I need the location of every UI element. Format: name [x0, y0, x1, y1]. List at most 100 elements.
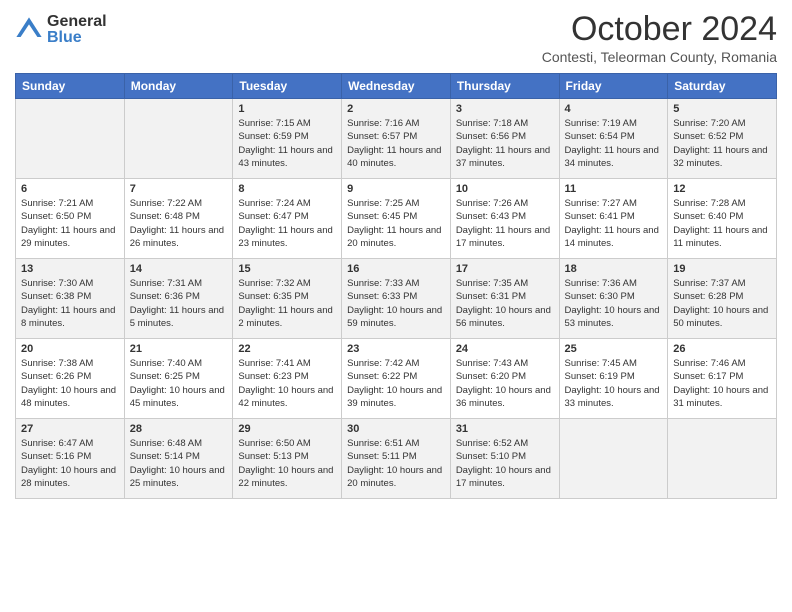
day-detail: Sunrise: 7:38 AMSunset: 6:26 PMDaylight:… [21, 357, 119, 410]
day-number: 28 [130, 423, 228, 435]
subtitle: Contesti, Teleorman County, Romania [542, 49, 777, 65]
day-detail: Sunrise: 7:26 AMSunset: 6:43 PMDaylight:… [456, 197, 554, 250]
day-number: 20 [21, 343, 119, 355]
day-number: 23 [347, 343, 445, 355]
logo-icon [15, 16, 43, 44]
day-detail: Sunrise: 6:47 AMSunset: 5:16 PMDaylight:… [21, 437, 119, 490]
weekday-header: Monday [124, 74, 233, 99]
month-title: October 2024 [542, 10, 777, 49]
calendar-day-cell: 24 Sunrise: 7:43 AMSunset: 6:20 PMDayligh… [450, 339, 559, 419]
calendar-day-cell: 1 Sunrise: 7:15 AMSunset: 6:59 PMDaylight… [233, 99, 342, 179]
calendar-week-row: 13 Sunrise: 7:30 AMSunset: 6:38 PMDayligh… [16, 259, 777, 339]
day-number: 31 [456, 423, 554, 435]
calendar-day-cell: 5 Sunrise: 7:20 AMSunset: 6:52 PMDaylight… [668, 99, 777, 179]
calendar-day-cell: 22Sunrise: 7:41 AMSunset: 6:23 PMDayligh… [233, 339, 342, 419]
calendar-day-cell: 18Sunrise: 7:36 AMSunset: 6:30 PMDayligh… [559, 259, 668, 339]
weekday-header: Saturday [668, 74, 777, 99]
calendar-week-row: 20 Sunrise: 7:38 AMSunset: 6:26 PMDayligh… [16, 339, 777, 419]
day-number: 12 [673, 183, 771, 195]
day-number: 15 [238, 263, 336, 275]
weekday-header: Sunday [16, 74, 125, 99]
calendar-day-cell: 14 Sunrise: 7:31 AMSunset: 6:36 PMDayligh… [124, 259, 233, 339]
calendar-week-row: 1 Sunrise: 7:15 AMSunset: 6:59 PMDaylight… [16, 99, 777, 179]
calendar-day-cell: 13 Sunrise: 7:30 AMSunset: 6:38 PMDayligh… [16, 259, 125, 339]
calendar-table: SundayMondayTuesdayWednesdayThursdayFrid… [15, 73, 777, 499]
day-detail: Sunrise: 7:20 AMSunset: 6:52 PMDaylight:… [673, 117, 771, 170]
day-detail: Sunrise: 7:28 AMSunset: 6:40 PMDaylight:… [673, 197, 771, 250]
calendar-day-cell: 6 Sunrise: 7:21 AMSunset: 6:50 PMDaylight… [16, 179, 125, 259]
weekday-header: Thursday [450, 74, 559, 99]
weekday-header: Friday [559, 74, 668, 99]
day-detail: Sunrise: 7:36 AMSunset: 6:30 PMDaylight:… [565, 277, 663, 330]
calendar-day-cell: 9 Sunrise: 7:25 AMSunset: 6:45 PMDaylight… [342, 179, 451, 259]
day-number: 5 [673, 103, 771, 115]
day-number: 25 [565, 343, 663, 355]
day-detail: Sunrise: 7:32 AMSunset: 6:35 PMDaylight:… [238, 277, 336, 330]
day-detail: Sunrise: 6:52 AMSunset: 5:10 PMDaylight:… [456, 437, 554, 490]
calendar-day-cell: 23 Sunrise: 7:42 AMSunset: 6:22 PMDayligh… [342, 339, 451, 419]
day-detail: Sunrise: 7:15 AMSunset: 6:59 PMDaylight:… [238, 117, 336, 170]
weekday-row: SundayMondayTuesdayWednesdayThursdayFrid… [16, 74, 777, 99]
day-detail: Sunrise: 7:22 AMSunset: 6:48 PMDaylight:… [130, 197, 228, 250]
day-detail: Sunrise: 7:21 AMSunset: 6:50 PMDaylight:… [21, 197, 119, 250]
day-number: 9 [347, 183, 445, 195]
calendar-day-cell [559, 419, 668, 499]
day-number: 8 [238, 183, 336, 195]
day-detail: Sunrise: 7:40 AMSunset: 6:25 PMDaylight:… [130, 357, 228, 410]
day-detail: Sunrise: 7:43 AMSunset: 6:20 PMDaylight:… [456, 357, 554, 410]
calendar-week-row: 27 Sunrise: 6:47 AMSunset: 5:16 PMDayligh… [16, 419, 777, 499]
header: General Blue October 2024 Contesti, Tele… [15, 10, 777, 65]
page: General Blue October 2024 Contesti, Tele… [0, 0, 792, 612]
day-number: 27 [21, 423, 119, 435]
weekday-header: Wednesday [342, 74, 451, 99]
calendar-day-cell: 30Sunrise: 6:51 AMSunset: 5:11 PMDayligh… [342, 419, 451, 499]
day-detail: Sunrise: 7:41 AMSunset: 6:23 PMDaylight:… [238, 357, 336, 410]
day-detail: Sunrise: 7:46 AMSunset: 6:17 PMDaylight:… [673, 357, 771, 410]
calendar-day-cell: 10 Sunrise: 7:26 AMSunset: 6:43 PMDayligh… [450, 179, 559, 259]
day-number: 4 [565, 103, 663, 115]
calendar-day-cell: 3Sunrise: 7:18 AMSunset: 6:56 PMDaylight… [450, 99, 559, 179]
day-number: 2 [347, 103, 445, 115]
calendar-day-cell: 15 Sunrise: 7:32 AMSunset: 6:35 PMDayligh… [233, 259, 342, 339]
logo: General Blue [15, 14, 107, 46]
day-detail: Sunrise: 7:42 AMSunset: 6:22 PMDaylight:… [347, 357, 445, 410]
day-number: 1 [238, 103, 336, 115]
day-number: 6 [21, 183, 119, 195]
calendar-header: SundayMondayTuesdayWednesdayThursdayFrid… [16, 74, 777, 99]
day-number: 13 [21, 263, 119, 275]
calendar-day-cell: 20 Sunrise: 7:38 AMSunset: 6:26 PMDayligh… [16, 339, 125, 419]
day-detail: Sunrise: 6:48 AMSunset: 5:14 PMDaylight:… [130, 437, 228, 490]
day-detail: Sunrise: 7:27 AMSunset: 6:41 PMDaylight:… [565, 197, 663, 250]
day-number: 3 [456, 103, 554, 115]
calendar-day-cell: 2 Sunrise: 7:16 AMSunset: 6:57 PMDaylight… [342, 99, 451, 179]
day-detail: Sunrise: 6:50 AMSunset: 5:13 PMDaylight:… [238, 437, 336, 490]
day-detail: Sunrise: 7:19 AMSunset: 6:54 PMDaylight:… [565, 117, 663, 170]
day-number: 14 [130, 263, 228, 275]
day-detail: Sunrise: 7:33 AMSunset: 6:33 PMDaylight:… [347, 277, 445, 330]
day-detail: Sunrise: 7:45 AMSunset: 6:19 PMDaylight:… [565, 357, 663, 410]
day-number: 24 [456, 343, 554, 355]
day-detail: Sunrise: 7:25 AMSunset: 6:45 PMDaylight:… [347, 197, 445, 250]
day-number: 26 [673, 343, 771, 355]
logo-general: General [47, 14, 107, 30]
day-detail: Sunrise: 7:31 AMSunset: 6:36 PMDaylight:… [130, 277, 228, 330]
calendar-day-cell: 16 Sunrise: 7:33 AMSunset: 6:33 PMDayligh… [342, 259, 451, 339]
day-number: 11 [565, 183, 663, 195]
calendar-day-cell: 4 Sunrise: 7:19 AMSunset: 6:54 PMDaylight… [559, 99, 668, 179]
calendar-day-cell: 19Sunrise: 7:37 AMSunset: 6:28 PMDayligh… [668, 259, 777, 339]
day-number: 10 [456, 183, 554, 195]
calendar-day-cell: 28 Sunrise: 6:48 AMSunset: 5:14 PMDayligh… [124, 419, 233, 499]
day-number: 7 [130, 183, 228, 195]
day-detail: Sunrise: 7:16 AMSunset: 6:57 PMDaylight:… [347, 117, 445, 170]
day-detail: Sunrise: 7:30 AMSunset: 6:38 PMDaylight:… [21, 277, 119, 330]
calendar-day-cell: 21Sunrise: 7:40 AMSunset: 6:25 PMDayligh… [124, 339, 233, 419]
calendar-day-cell: 8Sunrise: 7:24 AMSunset: 6:47 PMDaylight… [233, 179, 342, 259]
calendar-day-cell: 7 Sunrise: 7:22 AMSunset: 6:48 PMDaylight… [124, 179, 233, 259]
calendar-day-cell [668, 419, 777, 499]
day-number: 19 [673, 263, 771, 275]
calendar-day-cell: 27 Sunrise: 6:47 AMSunset: 5:16 PMDayligh… [16, 419, 125, 499]
day-detail: Sunrise: 6:51 AMSunset: 5:11 PMDaylight:… [347, 437, 445, 490]
day-number: 17 [456, 263, 554, 275]
day-number: 16 [347, 263, 445, 275]
calendar-day-cell: 11 Sunrise: 7:27 AMSunset: 6:41 PMDayligh… [559, 179, 668, 259]
